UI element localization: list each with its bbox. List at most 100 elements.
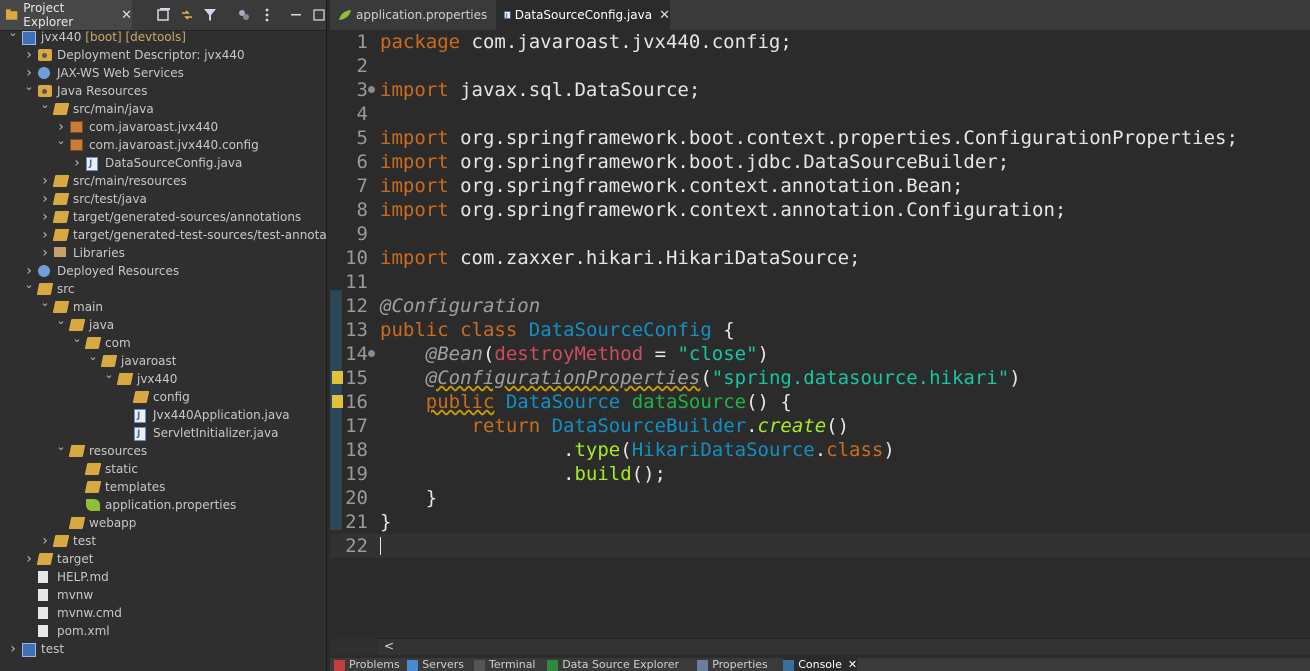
horizontal-scrollbar[interactable]: < bbox=[378, 638, 1310, 655]
expanded-arrow-icon[interactable]: ⌄ bbox=[24, 78, 34, 96]
scroll-left-icon[interactable]: < bbox=[384, 639, 394, 653]
tab-application-properties[interactable]: application.properties bbox=[330, 0, 492, 30]
collapse-all-icon[interactable] bbox=[156, 7, 172, 23]
tab-servers[interactable]: Servers bbox=[407, 658, 464, 671]
tree-item[interactable]: pom.xml bbox=[0, 622, 326, 640]
fold-toggle-icon[interactable] bbox=[368, 350, 375, 357]
tree-item[interactable]: ⌄ com.javaroast.jvx440.config bbox=[0, 134, 326, 154]
collapsed-arrow-icon[interactable]: › bbox=[40, 190, 50, 208]
code-line[interactable]: 2 bbox=[330, 54, 1310, 78]
expanded-arrow-icon[interactable]: ⌄ bbox=[40, 96, 50, 114]
tree-item[interactable]: ServletInitializer.java bbox=[0, 424, 326, 443]
tree-item[interactable]: › test bbox=[0, 640, 326, 658]
close-icon[interactable]: ✕ bbox=[121, 8, 132, 23]
collapsed-arrow-icon[interactable]: › bbox=[40, 208, 50, 226]
expanded-arrow-icon[interactable]: ⌄ bbox=[24, 276, 34, 294]
tree-item[interactable]: ⌄ resources bbox=[0, 440, 326, 460]
tree-item[interactable]: › target/generated-sources/annotations bbox=[0, 208, 326, 226]
tree-item[interactable]: mvnw bbox=[0, 586, 326, 604]
tab-properties[interactable]: Properties bbox=[697, 658, 768, 671]
expanded-arrow-icon[interactable]: ⌄ bbox=[56, 312, 66, 330]
tree-item[interactable]: ⌄ main bbox=[0, 296, 326, 316]
code-line[interactable]: 10 import com.zaxxer.hikari.HikariDataSou… bbox=[330, 246, 1310, 270]
tree-item[interactable]: › com.javaroast.jvx440 bbox=[0, 118, 326, 136]
tab-console[interactable]: Console ✕ bbox=[783, 658, 858, 671]
tree-item[interactable]: templates bbox=[0, 478, 326, 496]
tree-item[interactable]: config bbox=[0, 388, 326, 406]
tree-item[interactable]: static bbox=[0, 460, 326, 478]
code-line[interactable]: 12 @Configuration bbox=[330, 294, 1310, 318]
tree-item[interactable]: ⌄ jvx440 bbox=[0, 368, 326, 388]
tree-item[interactable]: › Libraries bbox=[0, 244, 326, 262]
expanded-arrow-icon[interactable]: ⌄ bbox=[72, 330, 82, 348]
collapsed-arrow-icon[interactable]: › bbox=[24, 550, 34, 568]
tree-item[interactable]: › src/test/java bbox=[0, 190, 326, 208]
code-line[interactable]: 1 package com.javaroast.jvx440.config; bbox=[330, 30, 1310, 54]
tab-problems[interactable]: Problems bbox=[334, 658, 400, 671]
expanded-arrow-icon[interactable]: ⌄ bbox=[56, 132, 66, 150]
expanded-arrow-icon[interactable]: ⌄ bbox=[104, 366, 114, 384]
code-area[interactable]: 1 package com.javaroast.jvx440.config; 2 3 i… bbox=[330, 30, 1310, 639]
code-line[interactable]: 22 bbox=[330, 534, 1310, 558]
tab-datasourceconfig-java[interactable]: J DataSourceConfig.java ✕ bbox=[496, 0, 670, 30]
code-line[interactable]: 9 bbox=[330, 222, 1310, 246]
tree-item[interactable]: ⌄ src/main/java bbox=[0, 98, 326, 118]
tree-item[interactable]: › src/main/resources bbox=[0, 172, 326, 190]
tree-item[interactable]: mvnw.cmd bbox=[0, 604, 326, 622]
code-line[interactable]: 17 return DataSourceBuilder.create() bbox=[330, 414, 1310, 438]
focus-icon[interactable] bbox=[236, 7, 252, 23]
collapsed-arrow-icon[interactable]: › bbox=[40, 172, 50, 190]
code-line[interactable]: 20 } bbox=[330, 486, 1310, 510]
minimize-icon[interactable] bbox=[288, 7, 304, 23]
close-icon[interactable]: ✕ bbox=[848, 658, 857, 671]
expanded-arrow-icon[interactable]: ⌄ bbox=[88, 348, 98, 366]
tree-item[interactable]: HELP.md bbox=[0, 568, 326, 586]
close-icon[interactable]: ✕ bbox=[659, 8, 670, 23]
code-line[interactable]: 19 .build(); bbox=[330, 462, 1310, 486]
code-line[interactable]: 13 public class DataSourceConfig { bbox=[330, 318, 1310, 342]
tree-item[interactable]: › test bbox=[0, 532, 326, 550]
tree-item[interactable]: webapp bbox=[0, 514, 326, 532]
expanded-arrow-icon[interactable]: ⌄ bbox=[8, 24, 18, 42]
tree-item[interactable]: › target/generated-test-sources/test-anno… bbox=[0, 226, 326, 244]
tree-item[interactable]: › Deployed Resources bbox=[0, 262, 326, 280]
tree-item[interactable]: ⌄ javaroast bbox=[0, 350, 326, 370]
collapsed-arrow-icon[interactable]: › bbox=[40, 244, 50, 262]
code-line[interactable]: 6 import org.springframework.boot.jdbc.Da… bbox=[330, 150, 1310, 174]
code-line[interactable]: 18 .type(HikariDataSource.class) bbox=[330, 438, 1310, 462]
expanded-arrow-icon[interactable]: ⌄ bbox=[56, 438, 66, 456]
code-line[interactable]: 16 public DataSource dataSource() { bbox=[330, 390, 1310, 414]
tree-item[interactable]: ⌄ java bbox=[0, 314, 326, 334]
link-editor-icon[interactable] bbox=[179, 7, 195, 23]
view-menu-icon[interactable] bbox=[259, 7, 275, 23]
collapsed-arrow-icon[interactable]: › bbox=[72, 154, 82, 172]
code-line[interactable]: 14 @Bean(destroyMethod = "close") bbox=[330, 342, 1310, 366]
collapsed-arrow-icon[interactable]: › bbox=[8, 640, 18, 658]
code-line[interactable]: 21} bbox=[330, 510, 1310, 534]
fold-toggle-icon[interactable] bbox=[368, 86, 375, 93]
collapsed-arrow-icon[interactable]: › bbox=[40, 532, 50, 550]
code-line[interactable]: 7 import org.springframework.context.anno… bbox=[330, 174, 1310, 198]
expanded-arrow-icon[interactable]: ⌄ bbox=[40, 294, 50, 312]
tree-item[interactable]: › target bbox=[0, 550, 326, 568]
tree-item[interactable]: › JAX-WS Web Services bbox=[0, 64, 326, 82]
code-line[interactable]: 5 import org.springframework.boot.context… bbox=[330, 126, 1310, 150]
tree-item[interactable]: ⌄ jvx440 [boot] [devtools] bbox=[0, 26, 326, 46]
code-line[interactable]: 8 import org.springframework.context.anno… bbox=[330, 198, 1310, 222]
code-line[interactable]: 4 bbox=[330, 102, 1310, 126]
filter-icon[interactable] bbox=[202, 7, 218, 23]
maximize-icon[interactable] bbox=[311, 7, 326, 23]
code-line[interactable]: 15 @ConfigurationProperties("spring.data… bbox=[330, 366, 1310, 390]
tab-data-source-explorer[interactable]: Data Source Explorer bbox=[547, 658, 679, 671]
tree-item[interactable]: application.properties bbox=[0, 496, 326, 514]
tree-item[interactable]: ⌄ com bbox=[0, 332, 326, 352]
tree-item[interactable]: › Deployment Descriptor: jvx440 bbox=[0, 46, 326, 64]
tree-item[interactable]: › DataSourceConfig.java bbox=[0, 154, 326, 173]
collapsed-arrow-icon[interactable]: › bbox=[40, 226, 50, 244]
tab-project-explorer[interactable]: Project Explorer ✕ bbox=[0, 0, 132, 30]
code-line[interactable]: 3 import javax.sql.DataSource; bbox=[330, 78, 1310, 102]
code-line[interactable]: 11 bbox=[330, 270, 1310, 294]
collapsed-arrow-icon[interactable]: › bbox=[24, 46, 34, 64]
tree-item[interactable]: Jvx440Application.java bbox=[0, 406, 326, 425]
tab-terminal[interactable]: Terminal bbox=[474, 658, 536, 671]
